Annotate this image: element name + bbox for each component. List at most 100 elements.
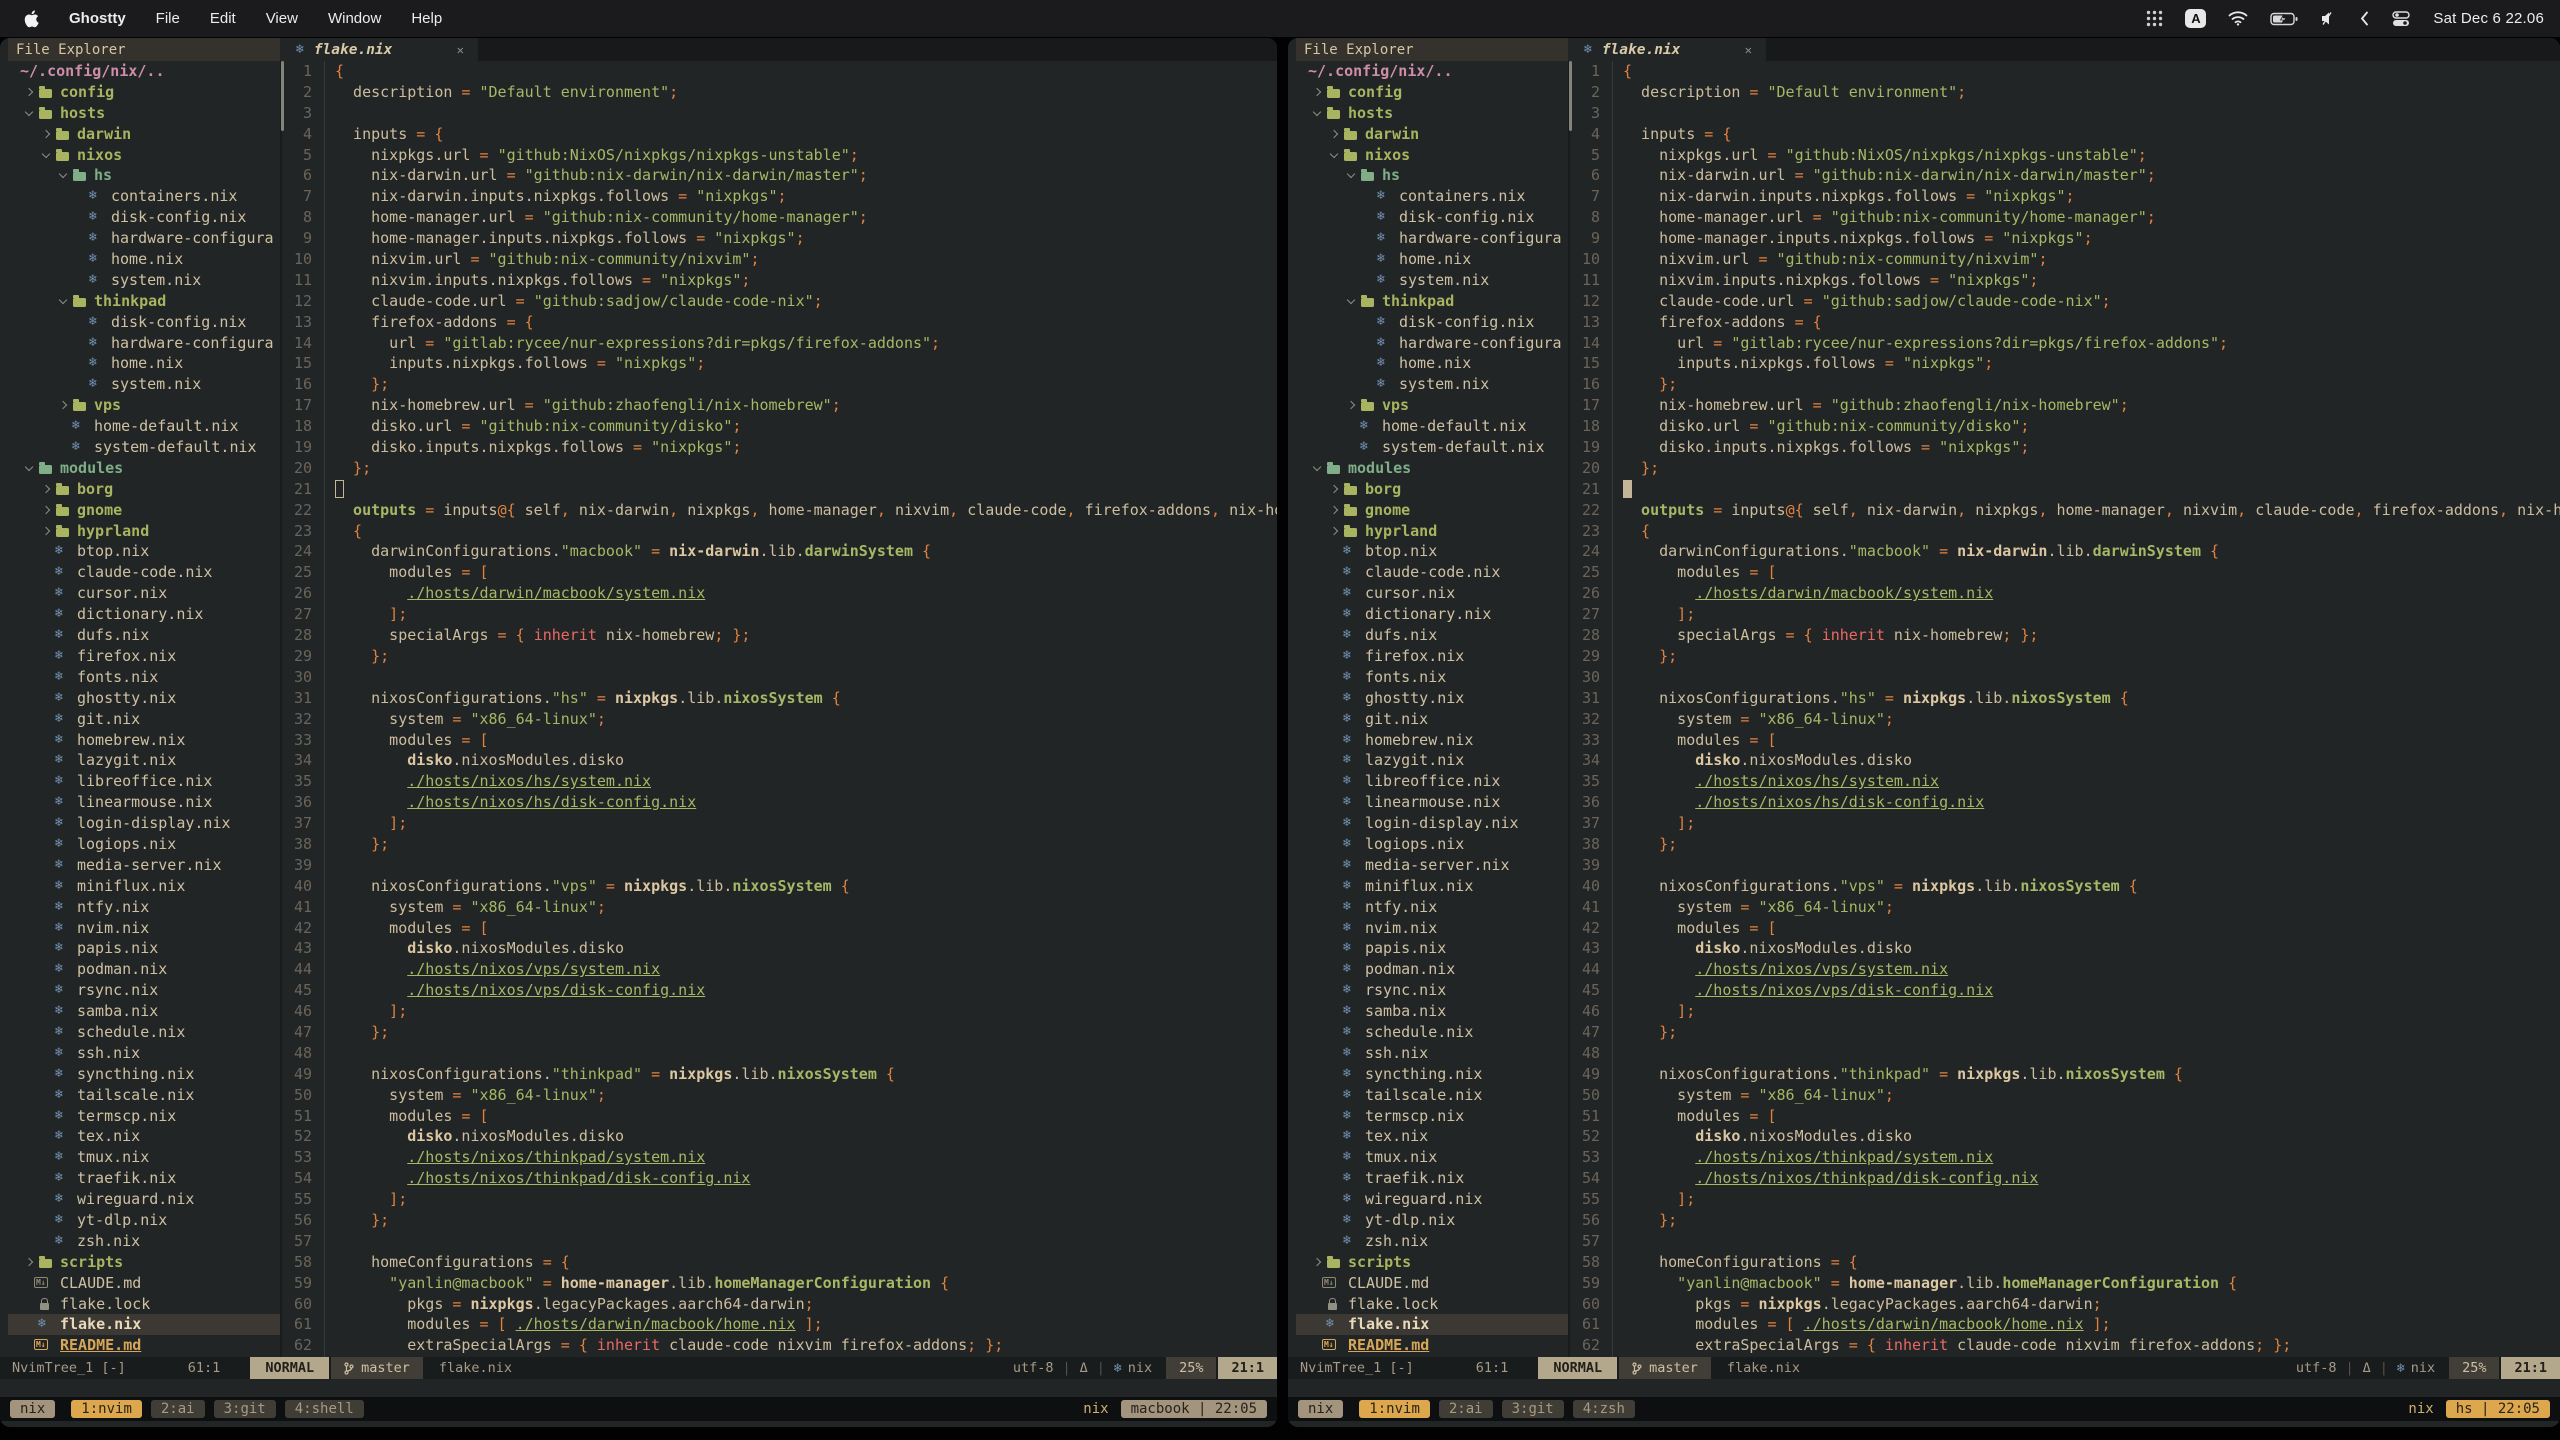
tree-folder-config[interactable]: config xyxy=(1296,82,1568,103)
chevron-right-icon[interactable] xyxy=(1313,1258,1321,1266)
tree-file-ntfy.nix[interactable]: ❄ntfy.nix xyxy=(1296,897,1568,918)
tree-file-home-default.nix[interactable]: ❄home-default.nix xyxy=(8,416,280,437)
tree-file-zsh.nix[interactable]: ❄zsh.nix xyxy=(1296,1231,1568,1252)
chevron-down-icon[interactable] xyxy=(1347,296,1355,304)
chevron-right-icon[interactable] xyxy=(25,88,33,96)
tree-file-tmux.nix[interactable]: ❄tmux.nix xyxy=(1296,1147,1568,1168)
tree-file-nvim.nix[interactable]: ❄nvim.nix xyxy=(8,918,280,939)
tree-folder-hosts[interactable]: hosts xyxy=(8,103,280,124)
tree-file-yt-dlp.nix[interactable]: ❄yt-dlp.nix xyxy=(1296,1210,1568,1231)
tab-close-icon[interactable]: ✕ xyxy=(1745,43,1752,57)
tree-file-git.nix[interactable]: ❄git.nix xyxy=(1296,709,1568,730)
tree-file-linearmouse.nix[interactable]: ❄linearmouse.nix xyxy=(1296,792,1568,813)
tree-file-homebrew.nix[interactable]: ❄homebrew.nix xyxy=(8,730,280,751)
chevron-down-icon[interactable] xyxy=(25,108,33,116)
tree-file-system.nix[interactable]: ❄system.nix xyxy=(1296,270,1568,291)
tree-file-system.nix[interactable]: ❄system.nix xyxy=(1296,374,1568,395)
chevron-right-icon[interactable] xyxy=(59,401,67,409)
tree-file-traefik.nix[interactable]: ❄traefik.nix xyxy=(1296,1168,1568,1189)
code-editor[interactable]: { description = "Default environment"; i… xyxy=(1612,61,2560,1357)
tmux-session-badge[interactable]: nix xyxy=(10,1400,55,1418)
tree-folder-scripts[interactable]: scripts xyxy=(8,1252,280,1273)
apple-logo-icon[interactable] xyxy=(24,8,39,30)
tree-file-syncthing.nix[interactable]: ❄syncthing.nix xyxy=(8,1064,280,1085)
tree-folder-hyprland[interactable]: hyprland xyxy=(8,521,280,542)
tree-file-media-server.nix[interactable]: ❄media-server.nix xyxy=(1296,855,1568,876)
tmux-window-1:nvim[interactable]: 1:nvim xyxy=(1359,1400,1430,1418)
chevron-down-icon[interactable] xyxy=(42,149,50,157)
tree-folder-nixos[interactable]: nixos xyxy=(1296,145,1568,166)
tree-file-papis.nix[interactable]: ❄papis.nix xyxy=(1296,938,1568,959)
chevron-right-icon[interactable] xyxy=(42,505,50,513)
menu-edit[interactable]: Edit xyxy=(210,10,236,27)
tmux-window-3:git[interactable]: 3:git xyxy=(214,1400,276,1418)
tree-file-claude-code.nix[interactable]: ❄claude-code.nix xyxy=(1296,562,1568,583)
editor-tab-flake-nix[interactable]: ❄ flake.nix ✕ xyxy=(280,38,478,61)
tree-file-ssh.nix[interactable]: ❄ssh.nix xyxy=(8,1043,280,1064)
tree-file-btop.nix[interactable]: ❄btop.nix xyxy=(8,541,280,562)
tree-file-home.nix[interactable]: ❄home.nix xyxy=(8,249,280,270)
tree-file-fonts.nix[interactable]: ❄fonts.nix xyxy=(8,667,280,688)
tree-file-btop.nix[interactable]: ❄btop.nix xyxy=(1296,541,1568,562)
tree-file-lazygit.nix[interactable]: ❄lazygit.nix xyxy=(8,750,280,771)
chevron-left-icon[interactable] xyxy=(2360,8,2369,30)
tree-file-disk-config.nix[interactable]: ❄disk-config.nix xyxy=(8,312,280,333)
menu-app-name[interactable]: Ghostty xyxy=(69,10,126,27)
tree-file-flake.nix[interactable]: ❄flake.nix xyxy=(8,1314,280,1335)
tree-file-miniflux.nix[interactable]: ❄miniflux.nix xyxy=(8,876,280,897)
tree-file-claude-code.nix[interactable]: ❄claude-code.nix xyxy=(8,562,280,583)
tree-file-system-default.nix[interactable]: ❄system-default.nix xyxy=(8,437,280,458)
tmux-window-2:ai[interactable]: 2:ai xyxy=(1439,1400,1493,1418)
chevron-right-icon[interactable] xyxy=(1330,129,1338,137)
tree-file-fonts.nix[interactable]: ❄fonts.nix xyxy=(1296,667,1568,688)
tree-folder-scripts[interactable]: scripts xyxy=(1296,1252,1568,1273)
tree-file-cursor.nix[interactable]: ❄cursor.nix xyxy=(1296,583,1568,604)
tree-file-containers.nix[interactable]: ❄containers.nix xyxy=(8,186,280,207)
tree-file-hardware-configura[interactable]: ❄hardware-configura xyxy=(8,333,280,354)
tmux-window-1:nvim[interactable]: 1:nvim xyxy=(71,1400,142,1418)
tree-file-ntfy.nix[interactable]: ❄ntfy.nix xyxy=(8,897,280,918)
tree-folder-gnome[interactable]: gnome xyxy=(1296,500,1568,521)
tree-file-home-default.nix[interactable]: ❄home-default.nix xyxy=(1296,416,1568,437)
tree-folder-vps[interactable]: vps xyxy=(8,395,280,416)
tmux-window-4:zsh[interactable]: 4:zsh xyxy=(1573,1400,1635,1418)
tree-file-podman.nix[interactable]: ❄podman.nix xyxy=(1296,959,1568,980)
tree-folder-modules[interactable]: modules xyxy=(1296,458,1568,479)
tree-file-home.nix[interactable]: ❄home.nix xyxy=(8,353,280,374)
code-editor[interactable]: { description = "Default environment"; i… xyxy=(324,61,1277,1357)
tree-file-flake.lock[interactable]: flake.lock xyxy=(1296,1294,1568,1315)
tree-folder-hosts[interactable]: hosts xyxy=(1296,103,1568,124)
tree-folder-hs[interactable]: hs xyxy=(1296,165,1568,186)
tree-folder-nixos[interactable]: nixos xyxy=(8,145,280,166)
tree-folder-darwin[interactable]: darwin xyxy=(8,124,280,145)
terminal-window-right[interactable]: File Explorer ❄ flake.nix ✕ ~/.config/ni… xyxy=(1288,38,2560,1427)
editor-tab-flake-nix[interactable]: ❄ flake.nix ✕ xyxy=(1568,38,1766,61)
tree-file-linearmouse.nix[interactable]: ❄linearmouse.nix xyxy=(8,792,280,813)
tree-file-README.md[interactable]: M↓README.md xyxy=(1296,1335,1568,1356)
chevron-down-icon[interactable] xyxy=(25,463,33,471)
tree-file-hardware-configura[interactable]: ❄hardware-configura xyxy=(1296,333,1568,354)
chevron-right-icon[interactable] xyxy=(25,1258,33,1266)
tree-file-media-server.nix[interactable]: ❄media-server.nix xyxy=(8,855,280,876)
chevron-right-icon[interactable] xyxy=(1313,88,1321,96)
tree-file-home.nix[interactable]: ❄home.nix xyxy=(1296,249,1568,270)
control-center-icon[interactable] xyxy=(2391,8,2411,30)
tree-file-dictionary.nix[interactable]: ❄dictionary.nix xyxy=(8,604,280,625)
tree-folder-config[interactable]: config xyxy=(8,82,280,103)
tree-file-ghostty.nix[interactable]: ❄ghostty.nix xyxy=(8,688,280,709)
tree-file-firefox.nix[interactable]: ❄firefox.nix xyxy=(1296,646,1568,667)
tree-file-libreoffice.nix[interactable]: ❄libreoffice.nix xyxy=(1296,771,1568,792)
tree-file-schedule.nix[interactable]: ❄schedule.nix xyxy=(8,1022,280,1043)
tmux-window-4:shell[interactable]: 4:shell xyxy=(285,1400,364,1418)
tree-file-tailscale.nix[interactable]: ❄tailscale.nix xyxy=(1296,1085,1568,1106)
tree-file-system.nix[interactable]: ❄system.nix xyxy=(8,270,280,291)
chevron-right-icon[interactable] xyxy=(1330,526,1338,534)
tree-folder-modules[interactable]: modules xyxy=(8,458,280,479)
tree-file-disk-config.nix[interactable]: ❄disk-config.nix xyxy=(8,207,280,228)
chevron-down-icon[interactable] xyxy=(1330,149,1338,157)
tree-file-login-display.nix[interactable]: ❄login-display.nix xyxy=(1296,813,1568,834)
tree-file-logiops.nix[interactable]: ❄logiops.nix xyxy=(8,834,280,855)
tree-file-syncthing.nix[interactable]: ❄syncthing.nix xyxy=(1296,1064,1568,1085)
tree-file-login-display.nix[interactable]: ❄login-display.nix xyxy=(8,813,280,834)
tree-file-wireguard.nix[interactable]: ❄wireguard.nix xyxy=(1296,1189,1568,1210)
